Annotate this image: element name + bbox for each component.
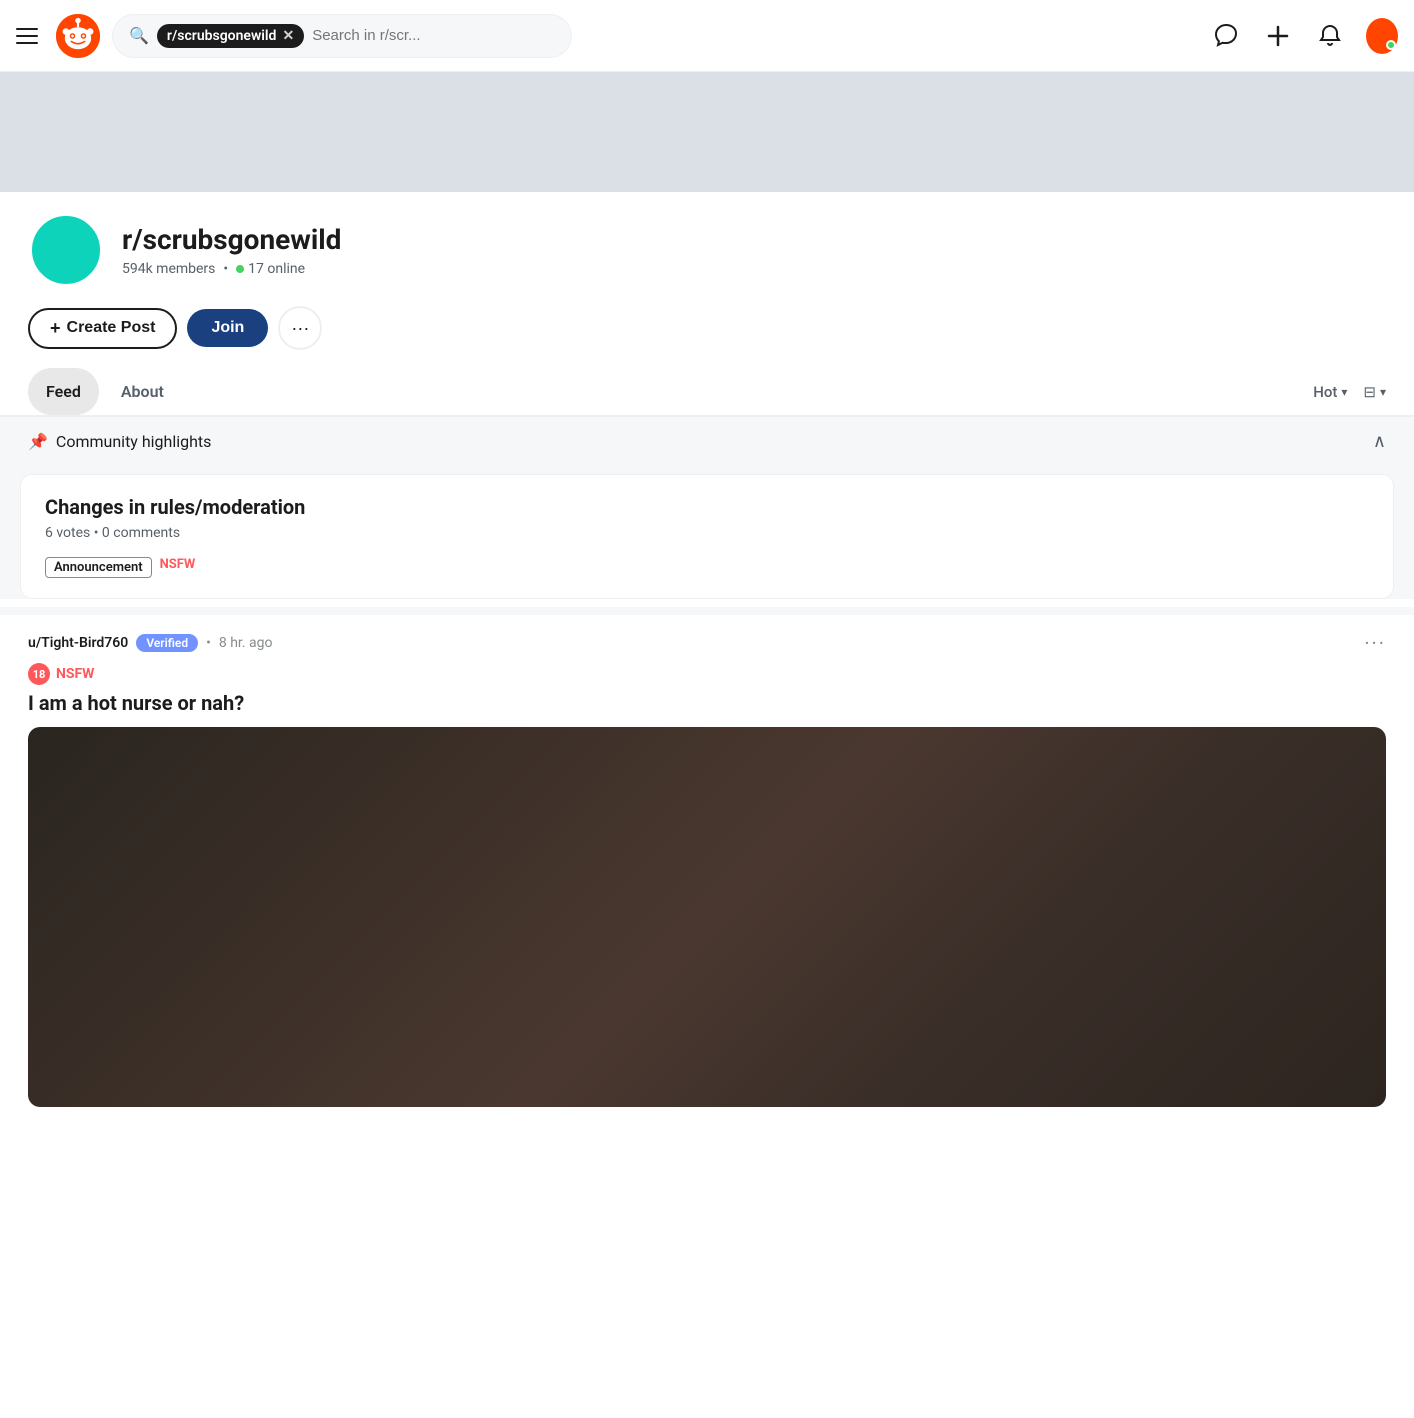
dot-separator: • (223, 261, 228, 277)
post-image (28, 727, 1386, 1107)
layout-chevron-icon: ▾ (1380, 385, 1386, 399)
tab-about[interactable]: About (103, 368, 182, 415)
reddit-logo[interactable] (56, 14, 100, 58)
highlights-title: 📌 Community highlights (28, 432, 211, 451)
search-bar[interactable]: 🔍 r/scrubsgonewild ✕ (112, 14, 572, 58)
verified-badge: Verified (136, 634, 198, 652)
highlights-section: 📌 Community highlights ∧ Changes in rule… (0, 416, 1414, 599)
avatar-container[interactable] (1366, 20, 1398, 52)
community-name: r/scrubsgonewild (122, 223, 341, 257)
community-text-block: r/scrubsgonewild 594k members • 17 onlin… (122, 223, 341, 277)
member-count: 594k members (122, 261, 215, 277)
tag-announcement: Announcement (45, 557, 152, 578)
create-post-label: Create Post (67, 319, 156, 337)
sort-button[interactable]: Hot ▾ (1313, 383, 1347, 401)
create-post-button[interactable]: + Create Post (28, 308, 177, 349)
layout-icon: ⊟ (1363, 383, 1376, 401)
community-avatar (28, 212, 104, 288)
more-options-button[interactable]: ··· (278, 306, 322, 350)
post-more-options-button[interactable]: ··· (1364, 631, 1386, 655)
post-time-separator: • (206, 635, 211, 651)
header: 🔍 r/scrubsgonewild ✕ (0, 0, 1414, 72)
chevron-up-icon: ∧ (1373, 431, 1386, 452)
tabs-bar: Feed About Hot ▾ ⊟ ▾ (0, 368, 1414, 416)
feed-post-user: u/Tight-Bird760 Verified • 8 hr. ago (28, 634, 272, 652)
feed-post-header: u/Tight-Bird760 Verified • 8 hr. ago ··· (28, 631, 1386, 655)
separator: • (94, 525, 102, 541)
community-info: r/scrubsgonewild 594k members • 17 onlin… (28, 212, 1386, 288)
highlight-post-card[interactable]: Changes in rules/moderation 6 votes • 0 … (20, 474, 1394, 599)
subreddit-pill-text: r/scrubsgonewild (167, 28, 277, 44)
notification-icon[interactable] (1314, 20, 1346, 52)
post-username[interactable]: u/Tight-Bird760 (28, 635, 128, 651)
highlight-post-title: Changes in rules/moderation (45, 495, 1369, 519)
pin-icon: 📌 (28, 432, 48, 451)
nsfw-text: NSFW (56, 666, 94, 682)
header-right (1210, 20, 1398, 52)
community-header: r/scrubsgonewild 594k members • 17 onlin… (0, 192, 1414, 350)
nsfw-age-badge: 18 (28, 663, 50, 685)
online-status-dot (1386, 40, 1396, 50)
search-icon: 🔍 (129, 26, 149, 45)
post-tags: Announcement NSFW (45, 557, 1369, 578)
feed-post-title: I am a hot nurse or nah? (28, 691, 1386, 715)
feed-post: u/Tight-Bird760 Verified • 8 hr. ago ···… (0, 607, 1414, 1107)
community-stats: 594k members • 17 online (122, 261, 341, 277)
add-icon[interactable] (1262, 20, 1294, 52)
search-input[interactable] (312, 27, 555, 44)
online-dot (236, 265, 244, 273)
highlights-header[interactable]: 📌 Community highlights ∧ (0, 417, 1414, 466)
join-button[interactable]: Join (187, 309, 268, 347)
post-time: 8 hr. ago (219, 635, 273, 651)
chat-icon[interactable] (1210, 20, 1242, 52)
highlight-post-meta: 6 votes • 0 comments (45, 525, 1369, 541)
nsfw-label: 18 NSFW (28, 663, 1386, 685)
online-count: 17 online (248, 261, 305, 277)
sort-label: Hot (1313, 383, 1337, 401)
highlight-votes: 6 votes (45, 525, 90, 541)
hamburger-menu-icon[interactable] (16, 22, 44, 50)
subreddit-pill-close-icon[interactable]: ✕ (282, 28, 294, 44)
online-indicator: 17 online (236, 261, 305, 277)
plus-icon: + (50, 318, 61, 339)
tab-feed[interactable]: Feed (28, 368, 99, 415)
community-actions: + Create Post Join ··· (28, 306, 1386, 350)
tag-nsfw[interactable]: NSFW (160, 557, 196, 578)
highlights-title-text: Community highlights (56, 432, 212, 451)
highlight-comments: 0 comments (102, 525, 180, 541)
subreddit-pill: r/scrubsgonewild ✕ (157, 24, 304, 48)
tabs-right: Hot ▾ ⊟ ▾ (1313, 383, 1386, 401)
chevron-down-icon: ▾ (1341, 385, 1347, 399)
more-dots-icon: ··· (291, 318, 309, 339)
header-left (16, 14, 100, 58)
community-banner (0, 72, 1414, 192)
layout-button[interactable]: ⊟ ▾ (1363, 383, 1386, 401)
